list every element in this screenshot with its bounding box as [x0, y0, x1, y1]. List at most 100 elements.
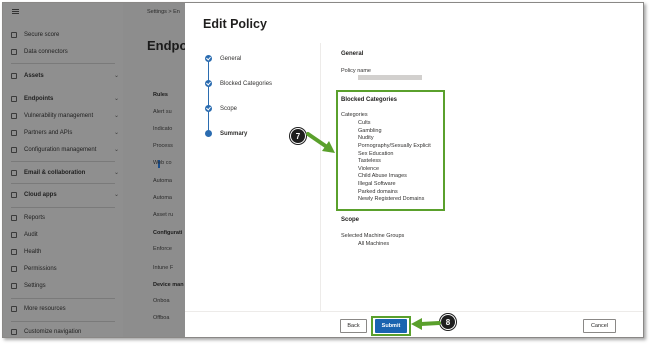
nav-divider: [11, 63, 115, 64]
nav-item-audit[interactable]: Audit: [11, 232, 119, 238]
chevron-down-icon: ⌄: [113, 147, 119, 153]
nav-item-secure-score[interactable]: Secure score: [11, 32, 119, 38]
settings-link[interactable]: Onboa: [153, 298, 170, 304]
category-item: Pornography/Sexually Explicit: [358, 142, 431, 149]
step-summary[interactable]: Summary: [205, 130, 247, 137]
nav-item-settings[interactable]: Settings: [11, 283, 119, 289]
edit-policy-panel: Edit Policy General Blocked Categories S…: [185, 3, 643, 337]
settings-link[interactable]: Intune F: [153, 265, 173, 271]
chevron-down-icon: ⌄: [113, 192, 119, 198]
nav-item-data-connectors[interactable]: Data connectors: [11, 49, 119, 55]
policy-name-label: Policy name: [341, 68, 371, 74]
email-icon: [11, 169, 17, 176]
nav-item-label: Assets: [24, 72, 44, 79]
category-item: Illegal Software: [358, 181, 396, 188]
step-label: Blocked Categories: [220, 80, 273, 87]
nav-item-endpoints[interactable]: Endpoints ⌄: [11, 95, 119, 102]
nav-item-label: Email & collaboration: [24, 169, 86, 176]
step-scope[interactable]: Scope: [205, 105, 237, 112]
nav-item-label: Secure score: [24, 32, 60, 38]
gear-icon: [11, 283, 17, 289]
category-item: Sex Education: [358, 150, 394, 157]
submit-button[interactable]: Submit: [375, 319, 407, 333]
app-window: Secure score Data connectors Assets ⌄ Endpoi…: [2, 2, 644, 338]
general-heading: General: [341, 51, 364, 57]
step-complete-icon: [205, 55, 212, 62]
nav-item-partners-and-apis[interactable]: Partners and APIs ⌄: [11, 129, 119, 136]
nav-item-customize-navigation[interactable]: Customize navigation: [11, 329, 119, 335]
category-item: Gambling: [358, 127, 382, 134]
configuration-icon: [11, 146, 17, 153]
chevron-down-icon: ⌄: [113, 96, 119, 102]
settings-link[interactable]: Web co: [153, 160, 172, 166]
nav-item-label: Endpoints: [24, 95, 54, 102]
categories-label: Categories: [341, 112, 368, 118]
settings-link[interactable]: Alert su: [153, 109, 172, 115]
reports-icon: [11, 215, 17, 221]
nav-item-health[interactable]: Health: [11, 249, 119, 255]
step-general[interactable]: General: [205, 55, 241, 62]
nav-item-label: Reports: [24, 215, 46, 221]
callout-step-8: 8: [440, 314, 456, 330]
blocked-categories-heading: Blocked Categories: [341, 97, 398, 103]
step-complete-icon: [205, 105, 212, 112]
nav-item-label: Customize navigation: [24, 329, 82, 335]
step-current-icon: [205, 130, 212, 137]
callout-arrow-8-icon: [411, 318, 441, 330]
chevron-down-icon: ⌄: [113, 130, 119, 136]
settings-link[interactable]: Process: [153, 143, 173, 149]
settings-link[interactable]: Automa: [153, 195, 172, 201]
nav-item-configuration-management[interactable]: Configuration management ⌄: [11, 146, 119, 153]
pencil-icon: [11, 329, 17, 335]
nav-item-label: Configuration management: [24, 146, 97, 153]
section-heading: Rules: [153, 92, 168, 98]
categories-list: Cults Gambling Nudity Pornography/Sexually …: [358, 120, 431, 204]
nav-item-label: Cloud apps: [24, 191, 57, 198]
hamburger-menu-icon[interactable]: [12, 9, 19, 14]
summary-content: General Policy name Blocked Categories C…: [336, 3, 641, 337]
back-button[interactable]: Back: [340, 319, 367, 333]
nav-divider: [11, 207, 115, 208]
nav-item-label: Settings: [24, 283, 46, 289]
page-title: Endpoi: [147, 38, 185, 53]
nav-item-assets[interactable]: Assets ⌄: [11, 72, 119, 79]
left-navigation: Secure score Data connectors Assets ⌄ Endpoi…: [3, 3, 123, 337]
step-blocked-categories[interactable]: Blocked Categories: [205, 80, 272, 87]
category-item: Child Abuse Images: [358, 173, 407, 180]
callout-arrow-7-icon: [306, 132, 335, 153]
category-item: Cults: [358, 120, 371, 126]
permissions-icon: [11, 266, 17, 272]
category-item: Nudity: [358, 135, 374, 142]
nav-item-label: Vulnerability management: [24, 112, 94, 119]
nav-item-cloud-apps[interactable]: Cloud apps ⌄: [11, 191, 119, 198]
settings-link[interactable]: Asset ru: [153, 212, 173, 218]
chevron-down-icon: ⌄: [113, 73, 119, 79]
step-connector: [208, 61, 209, 135]
section-heading: Device man: [153, 282, 184, 288]
step-complete-icon: [205, 80, 212, 87]
step-label: Scope: [220, 105, 238, 112]
nav-item-more-resources[interactable]: More resources: [11, 306, 119, 312]
settings-link[interactable]: Indicato: [153, 126, 172, 132]
nav-item-vulnerability-management[interactable]: Vulnerability management ⌄: [11, 112, 119, 119]
cloud-icon: [11, 191, 17, 198]
breadcrumb[interactable]: Settings > En: [147, 9, 180, 15]
callout-step-7: 7: [290, 128, 306, 144]
trophy-icon: [11, 32, 17, 38]
category-item: Newly Registered Domains: [358, 196, 425, 203]
cancel-button[interactable]: Cancel: [583, 319, 616, 333]
health-icon: [11, 249, 17, 255]
audit-icon: [11, 232, 17, 238]
settings-link[interactable]: Offboa: [153, 315, 169, 321]
nav-divider: [11, 161, 115, 162]
nav-item-label: Partners and APIs: [24, 129, 73, 136]
scope-heading: Scope: [341, 217, 360, 223]
nav-item-reports[interactable]: Reports: [11, 215, 119, 221]
endpoints-icon: [11, 95, 17, 102]
settings-link[interactable]: Enforce: [153, 246, 172, 252]
nav-item-permissions[interactable]: Permissions: [11, 266, 119, 272]
step-label: Summary: [220, 130, 248, 137]
panel-divider: [320, 43, 321, 311]
nav-item-email-collaboration[interactable]: Email & collaboration ⌄: [11, 169, 119, 176]
settings-link[interactable]: Automa: [153, 178, 172, 184]
